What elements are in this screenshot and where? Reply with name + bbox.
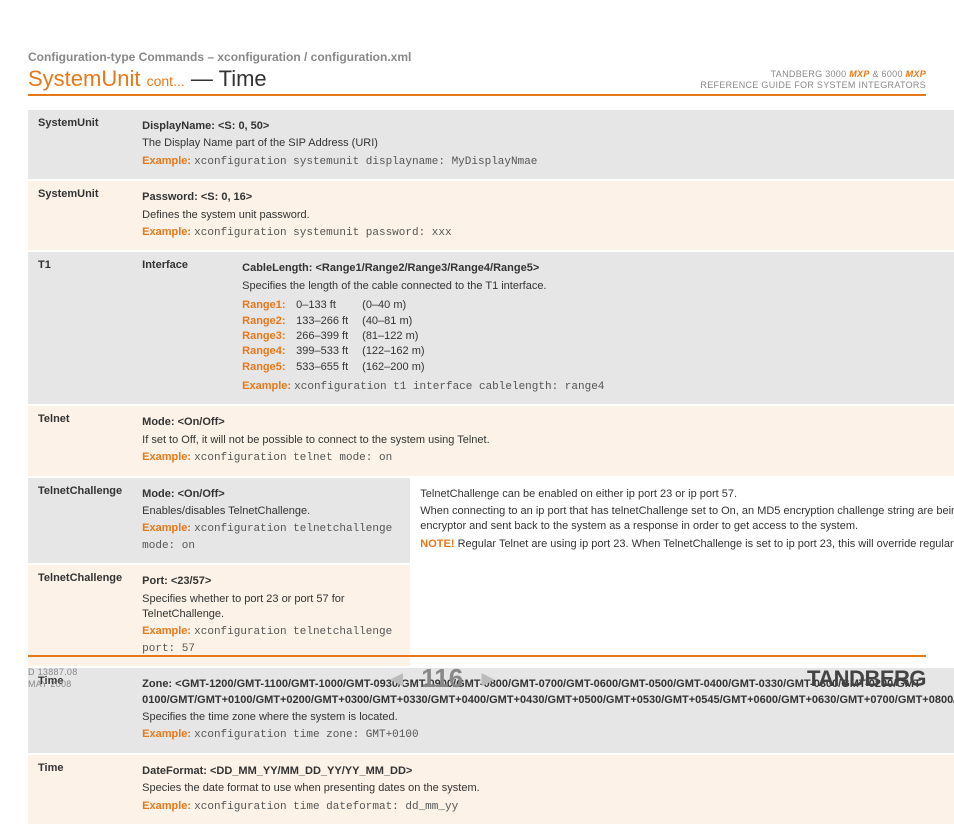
next-page-arrow[interactable]: ►	[477, 666, 499, 692]
cell-side-info: TelnetChallenge can be enabled on either…	[410, 478, 954, 669]
cell-body: Port: <23/57> Specifies whether to port …	[132, 565, 410, 668]
range-name: Range3:	[242, 329, 296, 344]
range-m: (40–81 m)	[362, 315, 412, 327]
range-m: (0–40 m)	[362, 299, 406, 311]
example-code: xconfiguration time dateformat: dd_mm_yy	[194, 801, 458, 813]
range-name: Range2:	[242, 314, 296, 329]
title-row: SystemUnit cont... — Time TANDBERG 3000 …	[28, 66, 926, 96]
table-row: SystemUnit Password: <S: 0, 16> Defines …	[28, 181, 954, 252]
range-ft: 533–655 ft	[296, 360, 362, 375]
example-label: Example:	[142, 522, 191, 534]
example-code: xconfiguration systemunit password: xxx	[194, 227, 451, 239]
example-label: Example:	[142, 155, 191, 167]
cell-cmd: SystemUnit	[28, 181, 132, 252]
mxp-label-1: MXP	[849, 69, 869, 79]
param-desc: The Display Name part of the SIP Address…	[142, 136, 954, 151]
table-row: TelnetChallenge Mode: <On/Off> Enables/d…	[28, 478, 954, 566]
cell-body: DateFormat: <DD_MM_YY/MM_DD_YY/YY_MM_DD>…	[132, 755, 954, 826]
range-m: (122–162 m)	[362, 345, 424, 357]
example-label: Example:	[242, 380, 291, 392]
page-header: Configuration-type Commands – xconfigura…	[28, 0, 926, 96]
prev-page-arrow[interactable]: ◄	[386, 666, 408, 692]
example-label: Example:	[142, 625, 191, 637]
cell-body: Mode: <On/Off> Enables/disables TelnetCh…	[132, 478, 410, 566]
footer-left: D 13887.08 MAY 2008	[28, 667, 78, 690]
table-row: SystemUnit DisplayName: <S: 0, 50> The D…	[28, 110, 954, 181]
param-desc: Enables/disables TelnetChallenge.	[142, 504, 400, 519]
param-label: CableLength: <Range1/Range2/Range3/Range…	[242, 262, 539, 274]
example-label: Example:	[142, 226, 191, 238]
cell-cmd: SystemUnit	[28, 110, 132, 181]
table-row: Telnet Mode: <On/Off> If set to Off, it …	[28, 406, 954, 477]
mxp-label-2: MXP	[906, 69, 926, 79]
range-list: Range1:0–133 ft(0–40 m) Range2:133–266 f…	[242, 298, 954, 375]
example-label: Example:	[142, 800, 191, 812]
side-p2: When connecting to an ip port that has t…	[420, 504, 954, 535]
title-main: SystemUnit	[28, 66, 140, 91]
param-label: Port: <23/57>	[142, 575, 211, 587]
doc-date: MAY 2008	[28, 679, 78, 691]
cell-cmd: TelnetChallenge	[28, 565, 132, 668]
param-label: Password: <S: 0, 16>	[142, 191, 252, 203]
param-label: Mode: <On/Off>	[142, 488, 225, 500]
cell-sub: Interface	[132, 252, 232, 406]
product-prefix: TANDBERG 3000	[771, 69, 847, 79]
range-name: Range5:	[242, 360, 296, 375]
cell-body: Mode: <On/Off> If set to Off, it will no…	[132, 406, 954, 477]
example-code: xconfiguration systemunit displayname: M…	[194, 156, 537, 168]
example-code: xconfiguration time zone: GMT+0100	[194, 729, 418, 741]
cell-cmd: Time	[28, 755, 132, 826]
cell-body: CableLength: <Range1/Range2/Range3/Range…	[232, 252, 954, 406]
example-code: xconfiguration t1 interface cablelength:…	[294, 381, 604, 393]
brand-logo: TANDBERG	[807, 666, 926, 692]
param-desc: Specifies whether to port 23 or port 57 …	[142, 592, 400, 623]
cell-cmd: Telnet	[28, 406, 132, 477]
commands-table: SystemUnit DisplayName: <S: 0, 50> The D…	[28, 110, 954, 826]
example-label: Example:	[142, 728, 191, 740]
product-amp: & 6000	[872, 69, 902, 79]
title-dash: —	[191, 66, 213, 91]
note-text: Regular Telnet are using ip port 23. Whe…	[458, 538, 954, 550]
range-m: (81–122 m)	[362, 330, 418, 342]
title-section: Time	[219, 66, 267, 91]
param-label: DateFormat: <DD_MM_YY/MM_DD_YY/YY_MM_DD>	[142, 765, 412, 777]
cell-cmd: T1	[28, 252, 132, 406]
param-label: DisplayName: <S: 0, 50>	[142, 120, 269, 132]
page-number: 116	[421, 663, 463, 694]
param-desc: Defines the system unit password.	[142, 208, 954, 223]
example-label: Example:	[142, 451, 191, 463]
table-row: Time DateFormat: <DD_MM_YY/MM_DD_YY/YY_M…	[28, 755, 954, 826]
header-right: TANDBERG 3000 MXP & 6000 MXP REFERENCE G…	[700, 69, 926, 92]
cell-body: Password: <S: 0, 16> Defines the system …	[132, 181, 954, 252]
page-title: SystemUnit cont... — Time	[28, 66, 267, 92]
table-row: T1 Interface CableLength: <Range1/Range2…	[28, 252, 954, 406]
param-desc: If set to Off, it will not be possible t…	[142, 433, 954, 448]
guide-label: REFERENCE GUIDE FOR SYSTEM INTEGRATORS	[700, 80, 926, 92]
param-desc: Specifies the length of the cable connec…	[242, 279, 954, 294]
cell-cmd: TelnetChallenge	[28, 478, 132, 566]
doc-number: D 13887.08	[28, 667, 78, 679]
param-label: Mode: <On/Off>	[142, 416, 225, 428]
page-footer: D 13887.08 MAY 2008 ◄ 116 ► TANDBERG	[28, 655, 926, 694]
cell-body: DisplayName: <S: 0, 50> The Display Name…	[132, 110, 954, 181]
range-name: Range1:	[242, 298, 296, 313]
param-desc: Species the date format to use when pres…	[142, 781, 954, 796]
breadcrumb: Configuration-type Commands – xconfigura…	[28, 50, 926, 64]
side-p1: TelnetChallenge can be enabled on either…	[420, 487, 954, 502]
range-ft: 133–266 ft	[296, 314, 362, 329]
range-ft: 399–533 ft	[296, 344, 362, 359]
title-cont: cont...	[147, 73, 185, 89]
example-code: xconfiguration telnet mode: on	[194, 452, 392, 464]
range-name: Range4:	[242, 344, 296, 359]
range-ft: 266–399 ft	[296, 329, 362, 344]
range-m: (162–200 m)	[362, 361, 424, 373]
note-label: NOTE!	[420, 538, 454, 550]
range-ft: 0–133 ft	[296, 298, 362, 313]
pager: ◄ 116 ►	[78, 663, 807, 694]
